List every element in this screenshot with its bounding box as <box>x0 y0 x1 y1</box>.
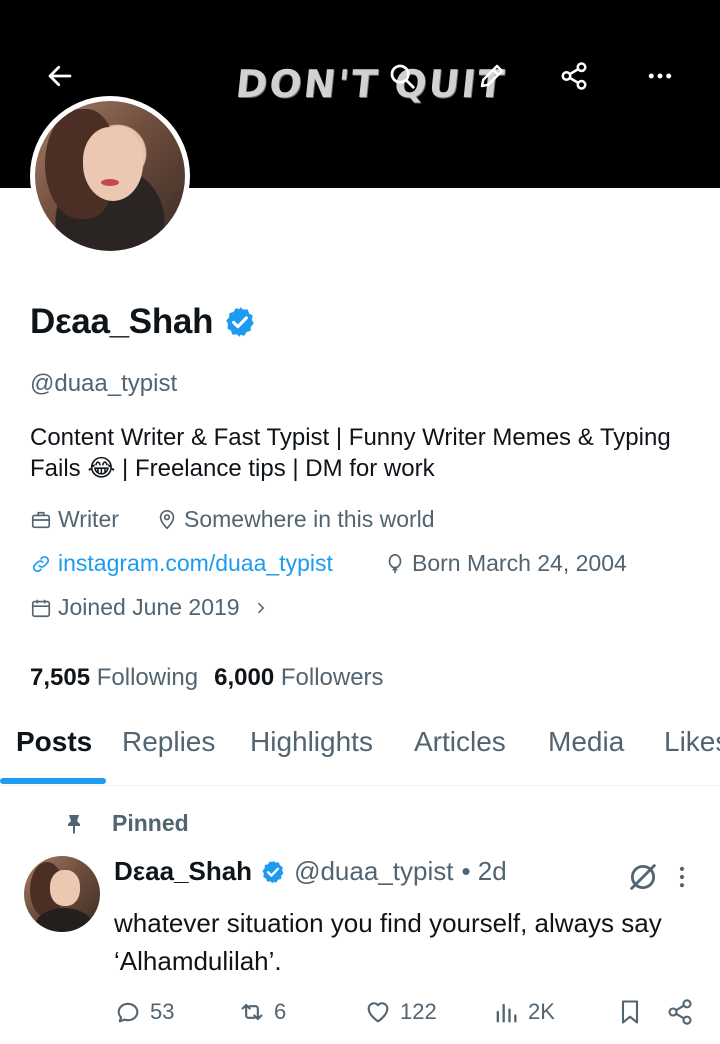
website-item[interactable]: instagram.com/duaa_typist <box>30 550 333 577</box>
pinned-label: Pinned <box>112 810 189 836</box>
like-count: 122 <box>400 999 437 1024</box>
views-count: 2K <box>528 999 555 1024</box>
following-count: 7,505 <box>30 664 91 691</box>
balloon-icon <box>388 553 402 573</box>
share-post-button[interactable] <box>666 998 694 1026</box>
active-tab-indicator <box>0 778 106 784</box>
tab-posts[interactable]: Posts <box>16 726 92 758</box>
more-horizontal-icon <box>648 73 672 79</box>
reply-button[interactable]: 53 <box>114 998 174 1026</box>
pencil-icon <box>480 64 504 88</box>
search-icon <box>390 64 415 89</box>
grok-icon[interactable] <box>626 860 660 894</box>
tab-highlights[interactable]: Highlights <box>250 726 373 758</box>
location-pin-icon <box>159 509 175 529</box>
like-button[interactable]: 122 <box>364 998 437 1026</box>
post-author-name[interactable]: Dεaa_Shah <box>114 856 252 887</box>
birthday-item: Born March 24, 2004 <box>384 550 627 577</box>
tab-likes[interactable]: Likes <box>664 726 720 758</box>
profile-tabs: Posts Replies Highlights Articles Media … <box>0 720 720 786</box>
post-more-icon[interactable] <box>668 860 696 894</box>
post-time: • 2d <box>461 856 507 886</box>
followers-label: Followers <box>280 664 384 691</box>
repost-icon <box>241 1003 263 1021</box>
calendar-icon <box>31 599 51 617</box>
briefcase-icon <box>31 511 51 528</box>
avatar-photo <box>35 101 185 251</box>
share-profile-button[interactable] <box>552 54 596 98</box>
profile-name-row: Dεaa_Shah <box>30 302 257 342</box>
joined-label: Joined June 2019 <box>58 594 240 620</box>
repost-count: 6 <box>274 999 287 1024</box>
heart-icon <box>367 1002 389 1023</box>
reply-icon <box>117 1002 139 1023</box>
birthday-label: Born March 24, 2004 <box>412 550 627 576</box>
views-button[interactable]: 2K <box>492 998 555 1026</box>
arrow-left-icon <box>48 65 72 87</box>
profile-name: Dεaa_Shah <box>30 302 214 341</box>
edit-banner-button[interactable] <box>470 54 514 98</box>
share-icon <box>561 62 587 90</box>
back-button[interactable] <box>38 54 82 98</box>
profile-handle: @duaa_typist <box>30 370 178 397</box>
location-item: Somewhere in this world <box>156 506 435 533</box>
pinned-indicator: Pinned <box>62 810 189 837</box>
bookmark-icon <box>621 1000 639 1024</box>
post-header: Dεaa_Shah @duaa_typist • 2d <box>114 856 507 887</box>
post-text: whatever situation you find yourself, al… <box>114 908 662 976</box>
followers-count: 6,000 <box>214 664 275 691</box>
profession-item: Writer <box>30 506 119 533</box>
tab-media[interactable]: Media <box>548 726 624 758</box>
chevron-right-icon <box>257 602 264 613</box>
verified-badge-icon <box>262 860 284 883</box>
profile-bio: Content Writer & Fast Typist | Funny Wri… <box>30 424 671 482</box>
link-icon <box>32 555 50 572</box>
views-chart-icon <box>496 1003 517 1023</box>
more-options-button[interactable] <box>638 54 682 98</box>
joined-item[interactable]: Joined June 2019 <box>30 594 270 621</box>
followers-stat[interactable]: 6,000 Followers <box>214 664 383 692</box>
profession-label: Writer <box>58 506 119 532</box>
post-author-avatar[interactable] <box>24 856 100 932</box>
search-button[interactable] <box>380 54 424 98</box>
banner-art-text: DON'T QUIT <box>233 62 508 106</box>
bookmark-button[interactable] <box>616 998 644 1026</box>
post-actions: 53 6 122 2K <box>0 998 720 1038</box>
following-label: Following <box>96 664 199 691</box>
following-stat[interactable]: 7,505 Following <box>30 664 198 692</box>
pin-icon <box>68 814 80 834</box>
repost-button[interactable]: 6 <box>238 998 286 1026</box>
website-link[interactable]: instagram.com/duaa_typist <box>58 550 333 577</box>
tab-replies[interactable]: Replies <box>122 726 215 758</box>
share-icon <box>668 999 692 1025</box>
reply-count: 53 <box>150 999 175 1024</box>
profile-avatar[interactable] <box>30 96 190 256</box>
tab-articles[interactable]: Articles <box>414 726 506 758</box>
location-label: Somewhere in this world <box>184 506 435 532</box>
post-author-handle: @duaa_typist <box>294 856 454 886</box>
verified-badge-icon[interactable] <box>223 305 257 339</box>
follow-stats: 7,505 Following 6,000 Followers <box>30 664 384 692</box>
